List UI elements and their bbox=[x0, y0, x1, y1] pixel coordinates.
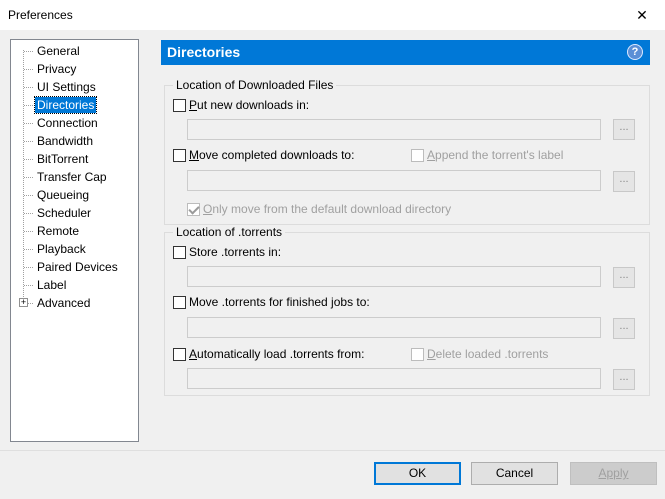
tree-item-general[interactable]: General bbox=[24, 43, 82, 59]
close-icon: ✕ bbox=[636, 6, 648, 23]
checkbox-box bbox=[187, 202, 200, 216]
tree-item-bandwidth[interactable]: Bandwidth bbox=[24, 133, 95, 149]
ok-button[interactable]: OK bbox=[374, 462, 461, 485]
checkbox-box bbox=[411, 347, 424, 361]
tree-item-bittorrent[interactable]: BitTorrent bbox=[24, 151, 90, 167]
checkbox-box[interactable] bbox=[173, 245, 186, 259]
checkbox-box[interactable] bbox=[173, 295, 186, 309]
checkbox-box[interactable] bbox=[173, 98, 186, 112]
auto-load-torrents-path-field[interactable] bbox=[187, 368, 601, 389]
move-completed-checkbox[interactable]: Move completed downloads to: bbox=[173, 148, 354, 162]
tree-item-scheduler[interactable]: Scheduler bbox=[24, 205, 93, 221]
tree-item-paired-devices[interactable]: Paired Devices bbox=[24, 259, 120, 275]
move-torrents-finished-browse-button[interactable]: ... bbox=[613, 318, 635, 339]
checkbox-box[interactable] bbox=[173, 347, 186, 361]
tree-item-playback[interactable]: Playback bbox=[24, 241, 88, 257]
move-completed-browse-button[interactable]: ... bbox=[613, 171, 635, 192]
tree-item-remote[interactable]: Remote bbox=[24, 223, 81, 239]
move-torrents-finished-path-field[interactable] bbox=[187, 317, 601, 338]
torrents-location-group-label: Location of .torrents bbox=[173, 225, 286, 239]
put-new-downloads-path-field[interactable] bbox=[187, 119, 601, 140]
store-torrents-checkbox[interactable]: Store .torrents in: bbox=[173, 245, 281, 259]
store-torrents-path-field[interactable] bbox=[187, 266, 601, 287]
cancel-button[interactable]: Cancel bbox=[471, 462, 558, 485]
tree-item-advanced[interactable]: Advanced bbox=[24, 295, 92, 311]
only-move-default-checkbox: Only move from the default download dire… bbox=[187, 202, 451, 216]
expand-plus-icon[interactable]: + bbox=[19, 298, 28, 307]
tree-item-directories[interactable]: Directories bbox=[24, 96, 98, 114]
tree-item-transfer-cap[interactable]: Transfer Cap bbox=[24, 169, 109, 185]
put-new-downloads-checkbox[interactable]: Put new downloads in: bbox=[173, 98, 309, 112]
section-header: Directories ? bbox=[161, 40, 650, 65]
apply-button[interactable]: Apply bbox=[570, 462, 657, 485]
tree-item-ui-settings[interactable]: UI Settings bbox=[24, 79, 98, 95]
tree-item-label[interactable]: Label bbox=[24, 277, 68, 293]
store-torrents-browse-button[interactable]: ... bbox=[613, 267, 635, 288]
category-tree[interactable]: General Privacy UI Settings Directories … bbox=[10, 39, 139, 442]
help-icon[interactable]: ? bbox=[627, 44, 643, 60]
checkbox-box[interactable] bbox=[173, 148, 186, 162]
section-title: Directories bbox=[167, 44, 241, 60]
move-torrents-finished-checkbox[interactable]: Move .torrents for finished jobs to: bbox=[173, 295, 370, 309]
tree-item-connection[interactable]: Connection bbox=[24, 115, 100, 131]
close-button[interactable]: ✕ bbox=[619, 0, 665, 30]
checkbox-box bbox=[411, 148, 424, 162]
put-new-downloads-browse-button[interactable]: ... bbox=[613, 119, 635, 140]
tree-item-privacy[interactable]: Privacy bbox=[24, 61, 78, 77]
window-title: Preferences bbox=[8, 8, 73, 22]
delete-loaded-torrents-checkbox: Delete loaded .torrents bbox=[411, 347, 548, 361]
downloaded-files-group-label: Location of Downloaded Files bbox=[173, 78, 337, 92]
auto-load-torrents-browse-button[interactable]: ... bbox=[613, 369, 635, 390]
footer-divider bbox=[0, 450, 665, 451]
auto-load-torrents-checkbox[interactable]: Automatically load .torrents from: bbox=[173, 347, 364, 361]
tree-item-queueing[interactable]: Queueing bbox=[24, 187, 91, 203]
move-completed-path-field[interactable] bbox=[187, 170, 601, 191]
append-label-checkbox: Append the torrent's label bbox=[411, 148, 563, 162]
title-bar: Preferences ✕ bbox=[0, 0, 665, 30]
